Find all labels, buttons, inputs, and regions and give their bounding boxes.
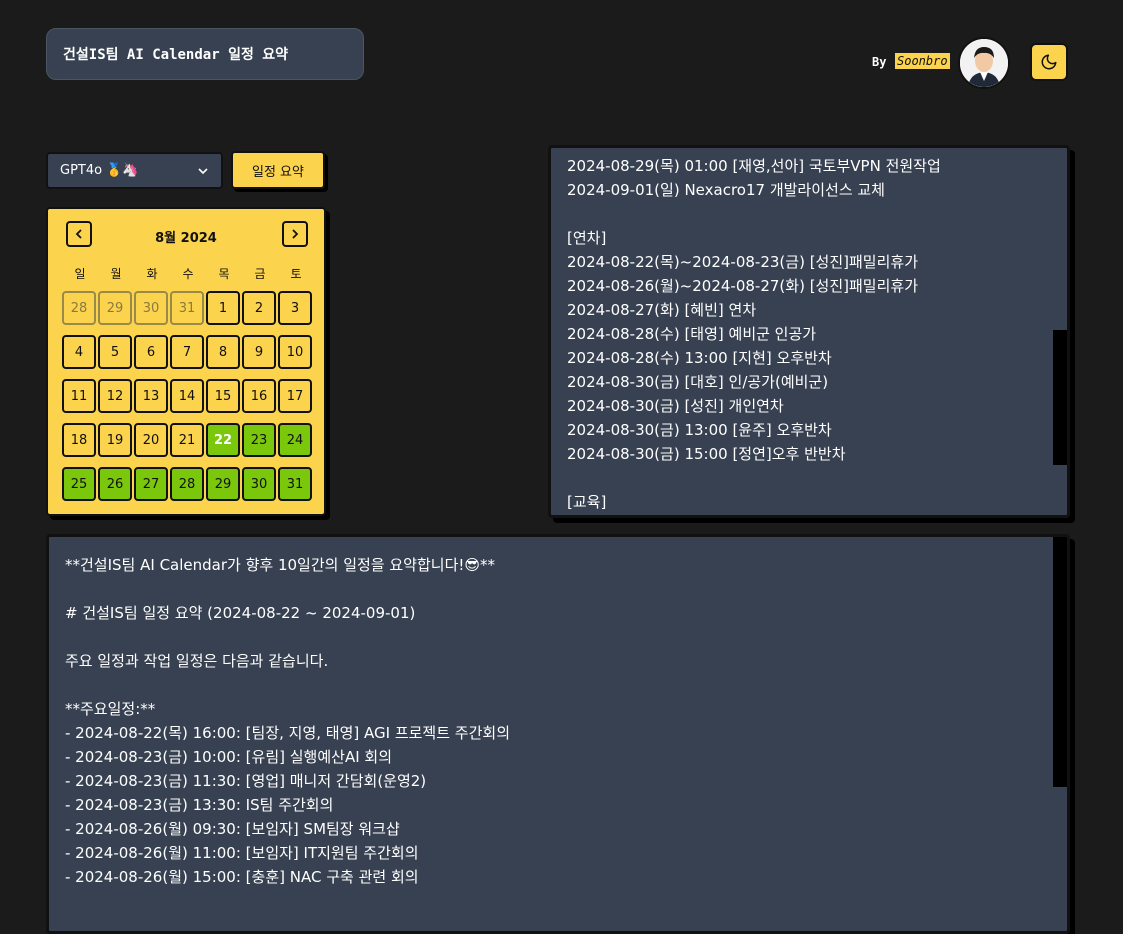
app-title: 건설IS팀 AI Calendar 일정 요약 (46, 28, 364, 80)
calendar-day-outside[interactable]: 31 (170, 291, 204, 325)
calendar-day-selected[interactable]: 26 (98, 467, 132, 501)
summary-line (65, 673, 1067, 697)
calendar-day[interactable]: 1 (206, 291, 240, 325)
avatar (958, 37, 1010, 89)
schedule-line: 2024-08-30(금) [대호] 인/공가(예비군) (567, 373, 829, 391)
calendar-day[interactable]: 11 (62, 379, 96, 413)
calendar-day-selected[interactable]: 31 (278, 467, 312, 501)
model-select-value: GPT4o 🥇🦄 (60, 163, 139, 178)
calendar-day[interactable]: 14 (170, 379, 204, 413)
calendar-day[interactable]: 15 (206, 379, 240, 413)
schedule-line: [연차] (567, 229, 607, 247)
schedule-panel[interactable]: 2024-08-29(목) 01:00 [재영,선아] 국토부VPN 전원작업 2… (548, 145, 1070, 518)
schedule-line (567, 202, 1067, 226)
summary-line: - 2024-08-23(금) 10:00: [유림] 실행예산AI 회의 (65, 748, 393, 766)
calendar-day[interactable]: 19 (98, 423, 132, 457)
calendar-day[interactable]: 18 (62, 423, 96, 457)
schedule-line: [교육] (567, 493, 607, 511)
calendar-day-selected[interactable]: 29 (206, 467, 240, 501)
author-name[interactable]: Soonbro (895, 53, 950, 69)
schedule-line: 2024-08-30(금) [성진] 개인연차 (567, 397, 784, 415)
calendar-day-outside[interactable]: 29 (98, 291, 132, 325)
by-label: By (872, 55, 887, 69)
calendar-day-selected[interactable]: 25 (62, 467, 96, 501)
weekday-label: 목 (218, 267, 230, 281)
summary-line: # 건설IS팀 일정 요약 (2024-08-22 ~ 2024-09-01) (65, 604, 416, 622)
theme-toggle-button[interactable] (1030, 43, 1068, 81)
calendar-day-selected[interactable]: 28 (170, 467, 204, 501)
calendar-day[interactable]: 5 (98, 335, 132, 369)
summary-line: **주요일정:** (65, 700, 156, 718)
schedule-line: 2024-08-30(금) 15:00 [정연]오후 반반차 (567, 445, 846, 463)
weekday-label: 화 (146, 267, 158, 281)
schedule-list: 2024-08-29(목) 01:00 [재영,선아] 국토부VPN 전원작업 2… (567, 154, 1067, 514)
schedule-line: 2024-08-26(월)~2024-08-27(화) [성진]패밀리휴가 (567, 277, 918, 295)
weekday-label: 월 (110, 267, 122, 281)
calendar-day-outside[interactable]: 30 (134, 291, 168, 325)
calendar-day[interactable]: 7 (170, 335, 204, 369)
weekday-label: 금 (254, 267, 266, 281)
model-select[interactable]: GPT4o 🥇🦄 (46, 152, 223, 189)
calendar-days: 28 29 30 31 1 2 3 4 5 6 7 8 9 10 11 12 13 14 15 16 17 18 19 20 2… (62, 291, 312, 501)
calendar-day[interactable]: 9 (242, 335, 276, 369)
calendar-day[interactable]: 12 (98, 379, 132, 413)
calendar: 8월 2024 일월화수목금토 28 29 30 31 1 2 3 4 5 6 7 8 9 10 11 12 1… (46, 207, 326, 516)
weekday-label: 일 (74, 267, 86, 281)
summary-line: - 2024-08-26(월) 11:00: [보임자] IT지원팀 주간회의 (65, 844, 419, 862)
calendar-day[interactable]: 21 (170, 423, 204, 457)
calendar-day-selected[interactable]: 22 (206, 423, 240, 457)
weekday-label: 토 (290, 267, 302, 281)
calendar-day[interactable]: 3 (278, 291, 312, 325)
calendar-day-selected[interactable]: 23 (242, 423, 276, 457)
summary-line (65, 625, 1067, 649)
calendar-day[interactable]: 10 (278, 335, 312, 369)
schedule-line: 2024-08-29(목) 01:00 [재영,선아] 국토부VPN 전원작업 (567, 157, 941, 175)
next-month-button[interactable] (282, 221, 308, 247)
summary-line: - 2024-08-22(목) 16:00: [팀장, 지영, 태영] AGI … (65, 724, 511, 742)
calendar-header: 8월 2024 (48, 221, 324, 249)
schedule-line: 2024-08-22(목)~2024-08-23(금) [성진]패밀리휴가 (567, 253, 918, 271)
calendar-day[interactable]: 16 (242, 379, 276, 413)
calendar-day[interactable]: 8 (206, 335, 240, 369)
weekday-label: 수 (182, 267, 194, 281)
chevron-right-icon (292, 229, 299, 239)
calendar-day[interactable]: 2 (242, 291, 276, 325)
schedule-line: 2024-08-30(금) 13:00 [윤주] 오후반차 (567, 421, 832, 439)
summary-line: 주요 일정과 작업 일정은 다음과 같습니다. (65, 652, 329, 670)
schedule-line: 2024-08-28(수) [태영] 예비군 인공가 (567, 325, 817, 343)
calendar-day-selected[interactable]: 27 (134, 467, 168, 501)
moon-icon (1041, 54, 1057, 70)
summary-scrollbar[interactable] (1053, 537, 1067, 787)
summary-line: - 2024-08-26(월) 15:00: [충훈] NAC 구축 관련 회의 (65, 868, 419, 886)
calendar-day[interactable]: 17 (278, 379, 312, 413)
schedule-line: 2024-08-28(수) 13:00 [지현] 오후반차 (567, 349, 832, 367)
calendar-day[interactable]: 4 (62, 335, 96, 369)
summary-line: - 2024-08-23(금) 11:30: [영업] 매니저 간담회(운영2) (65, 772, 427, 790)
calendar-day[interactable]: 13 (134, 379, 168, 413)
calendar-day[interactable]: 6 (134, 335, 168, 369)
calendar-day[interactable]: 20 (134, 423, 168, 457)
schedule-line: 2024-08-27(화) [혜빈] 연차 (567, 301, 757, 319)
summary-text: **건설IS팀 AI Calendar가 향후 10일간의 일정을 요약합니다!… (65, 553, 1067, 889)
summarize-button[interactable]: 일정 요약 (231, 151, 325, 189)
schedule-line: 2024-09-01(일) Nexacro17 개발라이선스 교체 (567, 181, 885, 199)
summary-line: - 2024-08-26(월) 09:30: [보임자] SM팀장 워크샵 (65, 820, 400, 838)
calendar-day-outside[interactable]: 28 (62, 291, 96, 325)
schedule-scrollbar[interactable] (1053, 330, 1067, 465)
summary-line: - 2024-08-23(금) 13:30: IS팀 주간회의 (65, 796, 334, 814)
calendar-day-selected[interactable]: 24 (278, 423, 312, 457)
summary-line: **건설IS팀 AI Calendar가 향후 10일간의 일정을 요약합니다!… (65, 556, 496, 574)
schedule-line (567, 466, 1067, 490)
summary-panel[interactable]: **건설IS팀 AI Calendar가 향후 10일간의 일정을 요약합니다!… (46, 534, 1070, 934)
weekday-header: 일월화수목금토 (62, 265, 314, 282)
calendar-day-selected[interactable]: 30 (242, 467, 276, 501)
chevron-down-icon (198, 167, 208, 174)
summary-line (65, 577, 1067, 601)
